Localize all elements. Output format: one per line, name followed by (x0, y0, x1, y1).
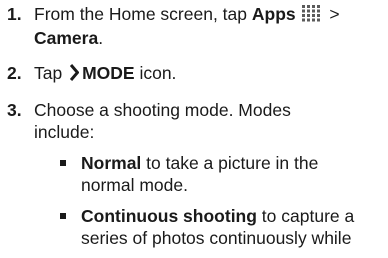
step-3-line-2: include: (34, 122, 95, 142)
step-3-line-1: Choose a shooting mode. Modes (34, 100, 291, 120)
step-1-line-1: From the Home screen, tap Apps > (34, 4, 340, 27)
chevron-right-icon (69, 64, 80, 86)
step-1-line-2: Camera. (34, 28, 103, 49)
bullet-icon (60, 160, 66, 166)
step-number: 3. (7, 100, 22, 120)
mode-name: Normal (81, 153, 142, 173)
mode-line-1: Continuous shooting to capture a (81, 206, 354, 227)
mode-label: MODE (82, 63, 135, 83)
step-text-end: . (98, 28, 104, 48)
mode-desc: to take a picture in the (141, 153, 319, 173)
mode-line-2: series of photos continuously while (81, 228, 352, 248)
separator: > (329, 4, 340, 24)
mode-desc: to capture a (256, 206, 355, 226)
step-text-post: icon. (134, 63, 177, 83)
mode-name: Continuous shooting (81, 206, 257, 226)
bullet-icon (60, 213, 66, 219)
apps-grid-icon (301, 5, 324, 27)
step-text: From the Home screen, tap (34, 4, 252, 24)
step-number: 2. (7, 63, 22, 83)
step-2-line-1: Tap MODE icon. (34, 63, 176, 86)
step-number: 1. (7, 4, 22, 24)
mode-line-1: Normal to take a picture in the (81, 153, 318, 174)
step-text: Tap (34, 63, 63, 83)
camera-label: Camera (34, 28, 99, 48)
mode-line-2: normal mode. (81, 175, 188, 195)
apps-label: Apps (251, 4, 296, 24)
